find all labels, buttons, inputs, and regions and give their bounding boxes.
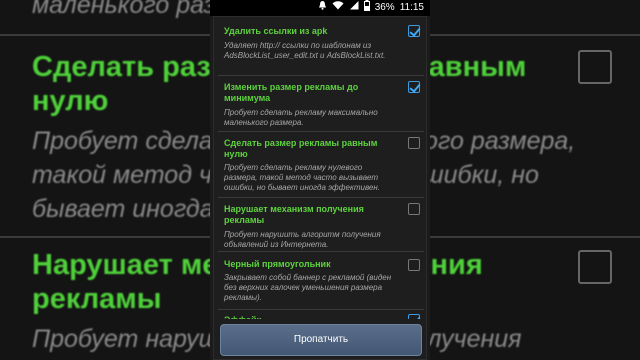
divider <box>218 131 424 132</box>
item-title: Удалить ссылки из apk <box>224 26 328 36</box>
divider <box>218 309 424 310</box>
item-desc: Закрывает собой баннер с рекламой (виден… <box>224 273 392 302</box>
status-time: 11:15 <box>399 2 424 13</box>
item-desc: Удаляет http:// ссылки по шаблонам из Ad… <box>224 41 386 60</box>
signal-icon <box>349 0 359 16</box>
patch-button[interactable]: Пропатчить <box>220 324 422 356</box>
item-title: Черный прямоугольник <box>224 259 331 269</box>
divider <box>218 75 424 76</box>
checkbox-black-rectangle[interactable] <box>408 259 420 271</box>
item-title: Нарушает механизм получения рекламы <box>224 204 364 225</box>
checkbox-remove-links[interactable] <box>408 25 420 37</box>
divider <box>218 197 424 198</box>
notification-icon <box>318 0 327 16</box>
bg-checkbox <box>578 50 612 84</box>
item-title: Изменить размер рекламы до минимума <box>224 82 359 103</box>
checkbox-break-ads-fetch[interactable] <box>408 203 420 215</box>
wifi-icon <box>332 0 344 16</box>
checkbox-minimize-ads[interactable] <box>408 81 420 93</box>
patch-options-dialog: Удалить ссылки из apk Удаляет http:// сс… <box>213 16 427 360</box>
battery-percent: 36% <box>374 2 395 13</box>
divider <box>218 251 424 252</box>
phone-screen: 36% 11:15 Удалить ссылки из apk Удаляет … <box>210 0 430 360</box>
bg-checkbox <box>578 250 612 284</box>
button-bar: Пропатчить <box>214 319 426 359</box>
status-bar: 36% 11:15 <box>210 0 430 16</box>
item-desc: Пробует нарушить алгоритм получения объя… <box>224 230 381 249</box>
item-title: Сделать размер рекламы равным нулю <box>224 138 378 159</box>
item-desc: Пробует сделать рекламу максимально мале… <box>224 108 378 127</box>
battery-icon <box>363 0 370 17</box>
item-desc: Пробует сделать рекламу нулевого размера… <box>224 163 381 192</box>
checkbox-zero-size-ads[interactable] <box>408 137 420 149</box>
